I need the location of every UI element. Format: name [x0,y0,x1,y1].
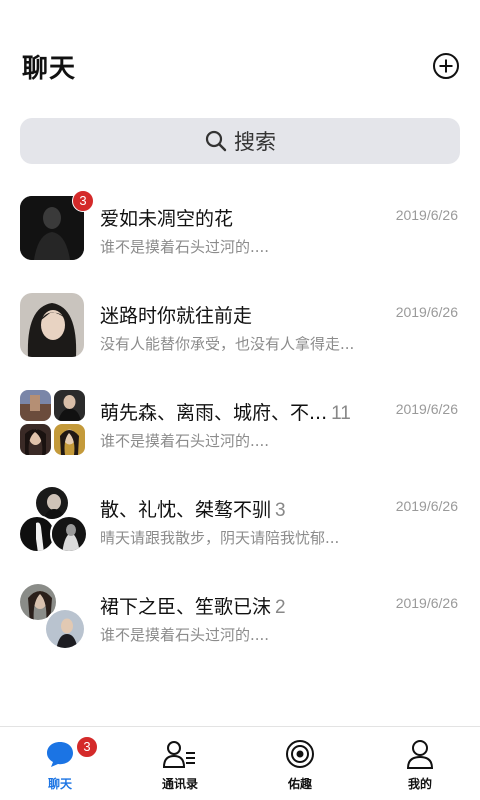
chat-date: 2019/6/26 [395,401,458,417]
tab-contacts[interactable]: 通讯录 [120,727,240,800]
chat-item[interactable]: 萌先森、离雨、城府、不... 11 2019/6/26 谁不是摸着石头过河的...… [0,374,480,471]
chat-preview: 谁不是摸着石头过河的.... [100,432,270,450]
unread-badge: 3 [72,190,94,212]
member-count: 11 [331,403,351,424]
chat-date: 2019/6/26 [395,207,458,223]
chat-date: 2019/6/26 [395,595,458,611]
search-icon [205,130,227,152]
chat-item[interactable]: 散、礼忱、桀骜不驯 3 2019/6/26 晴天请跟我散步，阴天请陪我忧郁... [0,471,480,568]
discover-icon [286,740,314,768]
chat-item[interactable]: 迷路时你就往前走 2019/6/26 没有人能替你承受，也没有人拿得走... [0,277,480,374]
chat-bubble-icon [47,742,73,767]
profile-icon [406,740,434,769]
chat-preview: 谁不是摸着石头过河的.... [100,238,270,256]
page-title: 聊天 [22,54,77,84]
member-count: 3 [275,500,286,521]
contacts-icon [162,741,195,768]
search-bar[interactable]: 搜索 [20,118,460,164]
tab-chat[interactable]: 3 聊天 [0,727,120,800]
tab-label: 我的 [407,777,432,791]
chat-name: 萌先森、离雨、城府、不... 11 [100,402,351,424]
chat-name: 迷路时你就往前走 [100,305,253,327]
chat-preview: 晴天请跟我散步，阴天请陪我忧郁... [100,529,340,547]
group-avatar [20,390,86,456]
search-label: 搜索 [234,130,276,154]
chat-list: 3 爱如未凋空的花 2019/6/26 谁不是摸着石头过河的.... 迷路时你就… [0,180,480,665]
plus-circle-icon[interactable] [432,52,460,80]
chat-date: 2019/6/26 [395,304,458,320]
header: 聊天 [0,0,480,110]
tab-label: 佑趣 [287,777,312,791]
tab-discover[interactable]: 佑趣 [240,727,360,800]
tab-profile[interactable]: 我的 [360,727,480,800]
tab-badge: 3 [76,736,98,758]
avatar [20,293,86,359]
group-avatar [18,582,86,650]
chat-name: 散、礼忱、桀骜不驯 3 [100,499,286,521]
tab-bar: 3 聊天 通讯录 佑趣 我的 [0,726,480,800]
chat-preview: 没有人能替你承受，也没有人拿得走... [100,335,355,353]
chat-item[interactable]: 裙下之臣、笙歌已沫 2 2019/6/26 谁不是摸着石头过河的.... [0,568,480,665]
chat-name: 裙下之臣、笙歌已沫 2 [100,596,286,618]
chat-name: 爱如未凋空的花 [100,208,234,230]
chat-date: 2019/6/26 [395,498,458,514]
member-count: 2 [275,597,286,618]
chat-item[interactable]: 3 爱如未凋空的花 2019/6/26 谁不是摸着石头过河的.... [0,180,480,277]
tab-label: 通讯录 [161,777,198,791]
tab-label: 聊天 [47,777,72,791]
chat-preview: 谁不是摸着石头过河的.... [100,626,270,644]
group-avatar [18,485,88,553]
